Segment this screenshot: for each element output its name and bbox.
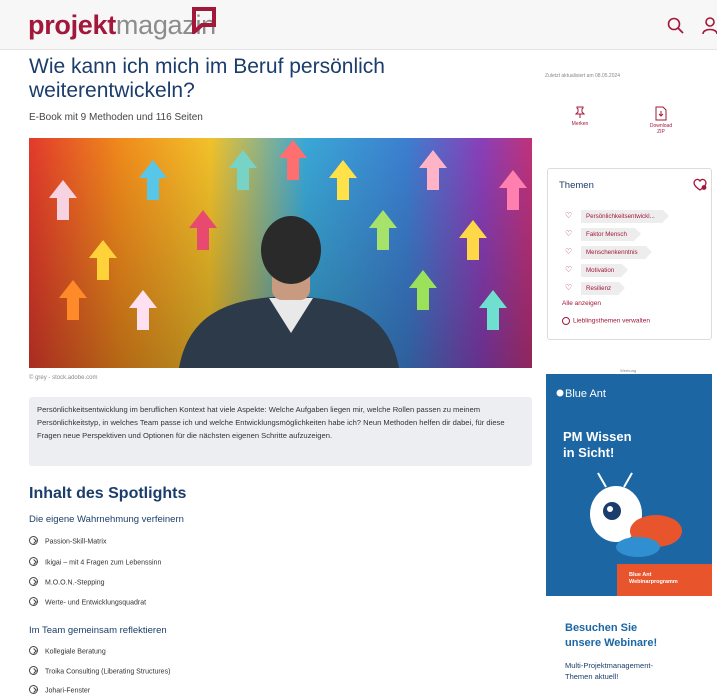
download-icon xyxy=(655,106,667,121)
logo-text-bold: projekt xyxy=(28,10,116,40)
ad-headline: PM Wissen in Sicht! xyxy=(563,429,632,460)
chevron-circle-icon xyxy=(29,666,38,675)
chevron-circle-icon xyxy=(29,685,38,694)
chevron-circle-icon xyxy=(29,536,38,545)
theme-tag[interactable]: ♡ Faktor Mensch xyxy=(565,227,641,241)
contents-group-title: Im Team gemeinsam reflektieren xyxy=(29,625,167,636)
intro-box: Persönlichkeitsentwicklung im berufliche… xyxy=(29,397,532,466)
chevron-circle-icon xyxy=(562,317,570,325)
heart-icon[interactable]: ♡ xyxy=(565,209,577,222)
heart-icon[interactable]: ♡ xyxy=(565,263,577,276)
download-zip-button[interactable]: Download ZIP xyxy=(643,106,679,135)
list-item[interactable]: Johari-Fenster xyxy=(29,685,90,697)
last-updated: Zuletzt aktualisiert am 08.05.2024 xyxy=(545,73,621,79)
heart-icon[interactable]: ♡ xyxy=(565,227,577,240)
ant-mascot-icon xyxy=(590,472,682,557)
manage-favorites-link[interactable]: Lieblingsthemen verwalten xyxy=(562,317,650,325)
contents-group-title: Die eigene Wahrnehmung verfeinern xyxy=(29,514,184,525)
show-all-link[interactable]: Alle anzeigen xyxy=(562,300,601,307)
heart-icon[interactable]: ♡ xyxy=(565,245,577,258)
user-icon[interactable] xyxy=(700,16,717,36)
chevron-circle-icon xyxy=(29,597,38,606)
themes-box: Themen ♡ Persönlichkeitsentwickl... ♡ Fakt… xyxy=(547,168,712,340)
logo-mark-icon xyxy=(192,7,216,34)
site-header: projektmagazin xyxy=(0,0,717,50)
themes-title: Themen xyxy=(559,180,594,191)
search-icon[interactable] xyxy=(666,16,686,36)
heart-icon[interactable]: ♡ xyxy=(565,281,577,294)
list-item[interactable]: Werte- und Entwicklungsquadrat xyxy=(29,597,146,610)
pin-icon xyxy=(574,106,586,118)
theme-tag[interactable]: ♡ Resilienz xyxy=(565,281,626,295)
ant-icon xyxy=(556,389,564,397)
chevron-circle-icon xyxy=(29,557,38,566)
list-item[interactable]: Kollegiale Beratung xyxy=(29,646,106,659)
site-logo[interactable]: projektmagazin xyxy=(28,10,216,41)
ad-brand: Blue Ant xyxy=(556,388,606,400)
theme-tag[interactable]: ♡ Motivation xyxy=(565,263,629,277)
theme-tag[interactable]: ♡ Menschenkenntnis xyxy=(565,245,652,259)
ad-orange-banner: Blue Ant Webinarprogramm xyxy=(617,564,712,599)
chevron-circle-icon xyxy=(29,577,38,586)
image-credit: © grey - stock.adobe.com xyxy=(29,375,98,381)
merken-button[interactable]: Merken xyxy=(565,106,595,127)
ad-label: Werbung xyxy=(620,368,637,373)
ad-banner[interactable]: Blue Ant PM Wissen in Sicht! Blue Ant We… xyxy=(546,374,712,697)
theme-tag[interactable]: ♡ Persönlichkeitsentwickl... xyxy=(565,209,669,223)
list-item[interactable]: M.O.O.N.-Stepping xyxy=(29,577,105,590)
hero-image xyxy=(29,138,532,368)
ad-cta[interactable]: Besuchen Sie unsere Webinare! xyxy=(565,621,657,651)
page-title: Wie kann ich mich im Beruf persönlich we… xyxy=(29,55,385,102)
contents-heading: Inhalt des Spotlights xyxy=(29,485,187,502)
heart-settings-icon[interactable] xyxy=(693,178,707,191)
list-item[interactable]: Passion-Skill-Matrix xyxy=(29,536,106,549)
list-item[interactable]: Troika Consulting (Liberating Structures… xyxy=(29,666,170,679)
list-item[interactable]: Ikigai – mit 4 Fragen zum Lebenssinn xyxy=(29,557,161,570)
ad-text: Multi-Projektmanagement- Themen aktuell! xyxy=(565,661,653,681)
chevron-circle-icon xyxy=(29,646,38,655)
page-subtitle: E-Book mit 9 Methoden und 116 Seiten xyxy=(29,112,203,123)
